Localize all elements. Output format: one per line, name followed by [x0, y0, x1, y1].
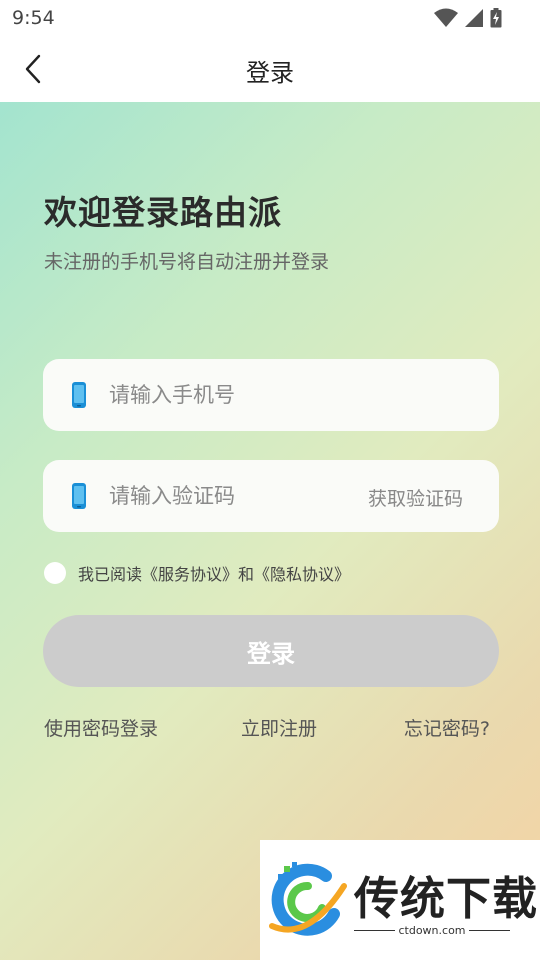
- watermark-name: 传统下载: [354, 872, 539, 925]
- verification-code-input[interactable]: [109, 460, 349, 532]
- code-input-card: 获取验证码: [43, 460, 499, 532]
- watermark-domain-row: ctdown.com: [354, 924, 510, 937]
- login-button[interactable]: 登录: [43, 615, 499, 687]
- divider: [468, 930, 510, 931]
- mobile-phone-icon: [72, 382, 86, 408]
- bottom-links: 使用密码登录 立即注册 忘记密码?: [44, 714, 490, 744]
- wifi-icon: [434, 8, 458, 27]
- agreement-prefix: 我已阅读: [78, 565, 143, 584]
- agreement-and: 和: [238, 565, 255, 584]
- divider: [354, 930, 396, 931]
- ctdown-logo-icon: [269, 862, 347, 936]
- privacy-agreement-link[interactable]: 《隐私协议》: [254, 561, 350, 585]
- agreement-checkbox[interactable]: [44, 562, 66, 584]
- status-icons: [434, 8, 502, 28]
- welcome-title: 欢迎登录路由派: [44, 193, 282, 232]
- agreement-row: 我已阅读 《服务协议》 和 《隐私协议》: [44, 561, 350, 585]
- register-link[interactable]: 立即注册: [241, 714, 317, 741]
- status-time: 9:54: [12, 7, 55, 29]
- watermark-domain: ctdown.com: [398, 924, 466, 937]
- login-content: 欢迎登录路由派 未注册的手机号将自动注册并登录 获取验证码 我已阅读 《服务协议…: [0, 102, 540, 960]
- phone-input-card: [43, 359, 499, 431]
- service-agreement-link[interactable]: 《服务协议》: [142, 561, 238, 585]
- status-bar: 9:54: [0, 0, 540, 36]
- forgot-password-link[interactable]: 忘记密码?: [404, 714, 490, 741]
- cell-signal-icon: [465, 9, 483, 27]
- get-code-button[interactable]: 获取验证码: [368, 484, 463, 511]
- password-login-link[interactable]: 使用密码登录: [44, 714, 158, 741]
- app-bar: 登录: [0, 36, 540, 102]
- phone-input[interactable]: [109, 359, 349, 431]
- welcome-subtitle: 未注册的手机号将自动注册并登录: [44, 251, 330, 273]
- mobile-phone-icon: [72, 483, 86, 509]
- page-title: 登录: [246, 59, 294, 87]
- battery-charging-icon: [490, 8, 502, 28]
- watermark: 传统下载 ctdown.com: [260, 840, 540, 960]
